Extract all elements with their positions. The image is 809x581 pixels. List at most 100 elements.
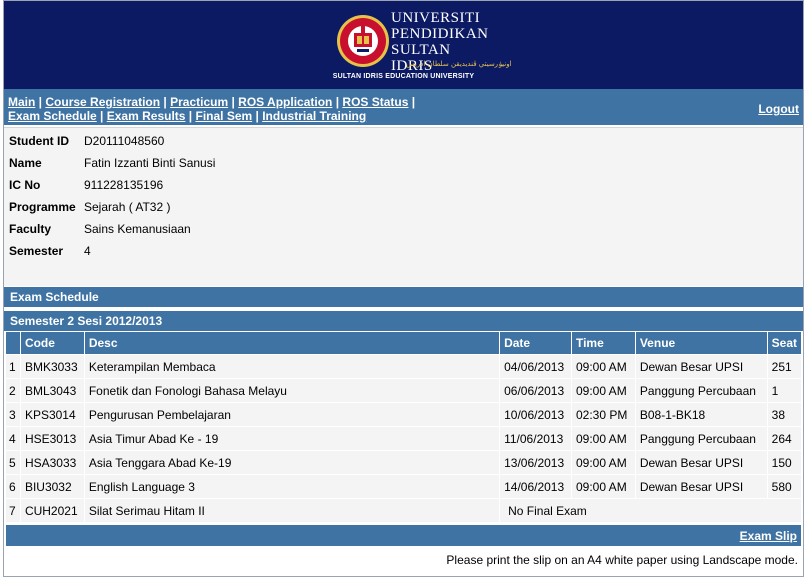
- student-id-value: D20111048560: [84, 134, 165, 148]
- student-id-label: Student ID: [9, 134, 69, 148]
- cell-venue: Dewan Besar UPSI: [635, 450, 768, 475]
- faculty-value: Sains Kemanusiaan: [84, 222, 191, 236]
- cell-desc: Asia Tenggara Abad Ke-19: [84, 450, 501, 475]
- cell-time: 09:00 AM: [571, 354, 636, 379]
- column-header-date: Date: [499, 332, 572, 355]
- university-banner: UNIVERSITI PENDIDIKAN SULTAN IDRIS اونيۏ…: [4, 1, 803, 89]
- cell-no: 1: [6, 354, 21, 379]
- cell-date: 13/06/2013: [499, 450, 572, 475]
- cell-time: 09:00 AM: [571, 474, 636, 499]
- nav-separator: |: [35, 95, 46, 109]
- student-info-row: Programme Sejarah ( AT32 ): [4, 196, 803, 218]
- faculty-label: Faculty: [9, 222, 52, 236]
- nav-link-industrial-training[interactable]: Industrial Training: [262, 109, 366, 123]
- cell-no: 4: [6, 426, 21, 451]
- cell-date: 06/06/2013: [499, 378, 572, 403]
- cell-seat: 264: [767, 426, 801, 451]
- print-instruction: Please print the slip on an A4 white pap…: [446, 553, 798, 567]
- nav-links: Main | Course Registration | Practicum |…: [8, 95, 415, 123]
- nav-separator: |: [96, 109, 107, 123]
- exam-schedule-header: Exam Schedule: [4, 287, 803, 307]
- nav-link-course-registration[interactable]: Course Registration: [45, 95, 160, 109]
- cell-venue: Dewan Besar UPSI: [635, 474, 768, 499]
- cell-no: 3: [6, 402, 21, 427]
- university-name-line3: SULTAN IDRIS: [391, 42, 451, 74]
- column-header-time: Time: [571, 332, 636, 355]
- nav-separator: |: [185, 109, 196, 123]
- university-tagline: SULTAN IDRIS EDUCATION UNIVERSITY: [332, 73, 475, 80]
- name-value: Fatin Izzanti Binti Sanusi: [84, 156, 216, 170]
- cell-venue: B08-1-BK18: [635, 402, 768, 427]
- cell-seat: 580: [767, 474, 801, 499]
- cell-desc: Asia Timur Abad Ke - 19: [84, 426, 501, 451]
- table-row: 5 HSA3033 Asia Tenggara Abad Ke-19 13/06…: [6, 450, 801, 475]
- column-header-code: Code: [20, 332, 85, 355]
- cell-code: KPS3014: [20, 402, 85, 427]
- cell-time: 09:00 AM: [571, 450, 636, 475]
- column-header-venue: Venue: [635, 332, 768, 355]
- student-info-row: IC No 911228135196: [4, 174, 803, 196]
- cell-code: BIU3032: [20, 474, 85, 499]
- nav-separator: |: [252, 109, 263, 123]
- exam-slip-link[interactable]: Exam Slip: [740, 529, 797, 543]
- nav-separator: |: [160, 95, 171, 109]
- university-logo: UNIVERSITI PENDIDIKAN SULTAN IDRIS اونيۏ…: [331, 7, 512, 81]
- cell-seat: 1: [767, 378, 801, 403]
- cell-code: CUH2021: [20, 498, 85, 522]
- programme-value: Sejarah ( AT32 ): [84, 200, 171, 214]
- table-header-row: Code Desc Date Time Venue Seat: [6, 332, 801, 355]
- ic-no-label: IC No: [9, 178, 41, 192]
- nav-link-main[interactable]: Main: [8, 95, 35, 109]
- exam-slip-bar: Exam Slip: [6, 525, 801, 546]
- cell-date: 04/06/2013: [499, 354, 572, 379]
- cell-desc: Fonetik dan Fonologi Bahasa Melayu: [84, 378, 501, 403]
- semester-header: Semester 2 Sesi 2012/2013: [4, 311, 803, 331]
- nav-separator: |: [332, 95, 343, 109]
- cell-code: BMK3033: [20, 354, 85, 379]
- cell-venue: Panggung Percubaan: [635, 426, 768, 451]
- cell-time: 09:00 AM: [571, 426, 636, 451]
- nav-link-ros-application[interactable]: ROS Application: [238, 95, 332, 109]
- cell-desc: Silat Serimau Hitam II: [84, 498, 501, 522]
- cell-no: 5: [6, 450, 21, 475]
- column-header-seat: Seat: [767, 332, 801, 355]
- logout-link[interactable]: Logout: [758, 102, 799, 116]
- nav-link-final-sem[interactable]: Final Sem: [195, 109, 252, 123]
- cell-no: 2: [6, 378, 21, 403]
- main-navigation: Main | Course Registration | Practicum |…: [4, 89, 803, 125]
- cell-time: 09:00 AM: [571, 378, 636, 403]
- table-row: 1 BMK3033 Keterampilan Membaca 04/06/201…: [6, 354, 801, 379]
- cell-venue: Panggung Percubaan: [635, 378, 768, 403]
- cell-seat: 38: [767, 402, 801, 427]
- cell-seat: 150: [767, 450, 801, 475]
- student-info-row: Semester 4: [4, 240, 803, 262]
- university-name-line1: UNIVERSITI: [391, 10, 481, 26]
- nav-separator: |: [228, 95, 239, 109]
- student-info-row: Faculty Sains Kemanusiaan: [4, 218, 803, 240]
- column-header-no: [6, 332, 21, 355]
- cell-seat: 251: [767, 354, 801, 379]
- student-info-row: Name Fatin Izzanti Binti Sanusi: [4, 152, 803, 174]
- university-seal-icon: [337, 15, 389, 67]
- programme-label: Programme: [9, 200, 76, 214]
- nav-link-practicum[interactable]: Practicum: [170, 95, 228, 109]
- no-final-exam-note: No Final Exam: [499, 498, 801, 522]
- nav-separator: |: [408, 95, 416, 109]
- cell-code: HSE3013: [20, 426, 85, 451]
- cell-code: BML3043: [20, 378, 85, 403]
- cell-venue: Dewan Besar UPSI: [635, 354, 768, 379]
- student-info-row: Student ID D20111048560: [4, 130, 803, 152]
- cell-desc: English Language 3: [84, 474, 501, 499]
- table-row: 2 BML3043 Fonetik dan Fonologi Bahasa Me…: [6, 378, 801, 403]
- page-frame: UNIVERSITI PENDIDIKAN SULTAN IDRIS اونيۏ…: [3, 0, 804, 577]
- nav-link-exam-schedule[interactable]: Exam Schedule: [8, 109, 97, 123]
- university-name-jawi: اونيۏرسيتي ڤنديديقن سلطان ادريس: [406, 60, 512, 68]
- semester-title: Semester 2 Sesi 2012/2013: [10, 314, 163, 328]
- semester-label: Semester: [9, 244, 64, 258]
- cell-code: HSA3033: [20, 450, 85, 475]
- table-row: 6 BIU3032 English Language 3 14/06/2013 …: [6, 474, 801, 499]
- nav-link-exam-results[interactable]: Exam Results: [107, 109, 186, 123]
- ic-no-value: 911228135196: [84, 178, 164, 192]
- cell-no: 6: [6, 474, 21, 499]
- nav-link-ros-status[interactable]: ROS Status: [342, 95, 408, 109]
